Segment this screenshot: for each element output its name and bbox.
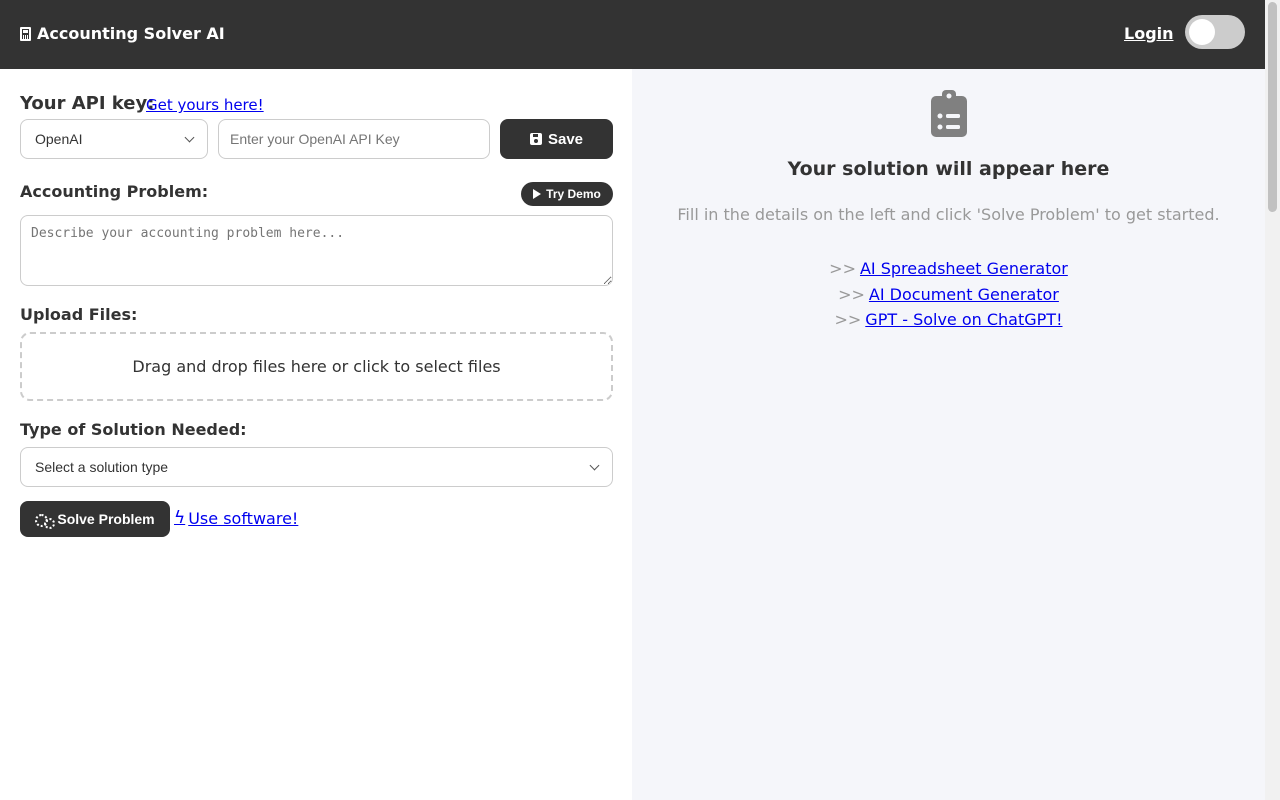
solution-type-selected-value: Select a solution type: [35, 459, 169, 475]
app-header: Accounting Solver AI Login: [0, 0, 1265, 69]
solve-problem-button[interactable]: Solve Problem: [20, 501, 170, 537]
save-button-label: Save: [547, 130, 584, 148]
chevron-down-icon: [589, 460, 600, 471]
link-prefix: >>: [829, 259, 856, 279]
get-api-key-link[interactable]: Get yours here!: [146, 96, 264, 114]
use-software-label: Use software!: [188, 508, 299, 528]
chevron-down-icon: [184, 132, 195, 143]
clipboard-list-icon: [931, 90, 967, 137]
try-demo-label: Try Demo: [546, 187, 601, 201]
login-link[interactable]: Login: [1124, 24, 1174, 43]
bolt-icon: ϟ: [174, 508, 186, 528]
brand-title: Accounting Solver AI: [37, 24, 225, 43]
provider-selected-value: OpenAI: [35, 131, 83, 147]
solve-problem-label: Solve Problem: [57, 511, 155, 527]
tool-link-row: >> AI Spreadsheet Generator: [632, 256, 1265, 282]
save-button[interactable]: Save: [500, 119, 613, 159]
theme-toggle[interactable]: [1185, 15, 1245, 49]
play-icon: [533, 189, 542, 199]
file-dropzone[interactable]: Drag and drop files here or click to sel…: [20, 332, 613, 401]
solution-type-label: Type of Solution Needed:: [20, 420, 247, 439]
toggle-knob: [1189, 19, 1215, 45]
dropzone-text: Drag and drop files here or click to sel…: [132, 357, 501, 376]
page-scrollbar[interactable]: [1265, 0, 1280, 800]
solution-type-select[interactable]: Select a solution type: [20, 447, 613, 487]
solution-placeholder-subtitle: Fill in the details on the left and clic…: [677, 205, 1220, 224]
tool-link-row: >> AI Document Generator: [632, 282, 1265, 308]
ai-spreadsheet-generator-link[interactable]: AI Spreadsheet Generator: [860, 259, 1068, 278]
tool-link-row: >> GPT - Solve on ChatGPT!: [632, 307, 1265, 333]
calculator-icon: [20, 26, 31, 41]
tool-links: >> AI Spreadsheet Generator >> AI Docume…: [632, 256, 1265, 333]
link-prefix: >>: [838, 284, 865, 304]
result-panel: Your solution will appear here Fill in t…: [632, 69, 1265, 800]
floppy-disk-icon: [529, 133, 542, 145]
chatgpt-solve-link[interactable]: GPT - Solve on ChatGPT!: [865, 310, 1062, 329]
input-panel: Your API key: Get yours here! OpenAI Sav…: [0, 69, 632, 800]
use-software-link[interactable]: ϟ Use software!: [174, 508, 298, 528]
upload-files-label: Upload Files:: [20, 305, 138, 324]
link-prefix: >>: [834, 310, 862, 330]
try-demo-button[interactable]: Try Demo: [521, 182, 613, 206]
solution-placeholder-title: Your solution will appear here: [787, 158, 1110, 180]
scrollbar-thumb[interactable]: [1268, 2, 1277, 212]
api-key-input[interactable]: [218, 119, 490, 159]
brand: Accounting Solver AI: [20, 24, 225, 43]
accounting-problem-label: Accounting Problem:: [20, 182, 209, 201]
gears-icon: [35, 513, 56, 529]
provider-select[interactable]: OpenAI: [20, 119, 208, 159]
api-key-label: Your API key:: [20, 93, 155, 114]
problem-textarea[interactable]: [20, 215, 613, 286]
ai-document-generator-link[interactable]: AI Document Generator: [869, 285, 1059, 304]
